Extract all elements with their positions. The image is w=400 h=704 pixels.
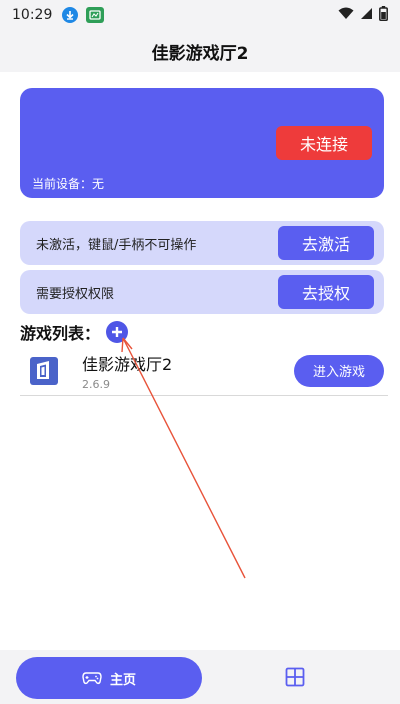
activate-button[interactable]: 去激活 (278, 226, 374, 260)
battery-icon (379, 5, 388, 25)
app-bar: 佳影游戏厅2 (0, 30, 400, 72)
enter-game-button[interactable]: 进入游戏 (294, 354, 384, 387)
authorization-row: 需要授权权限 去授权 (20, 270, 384, 314)
status-bar: 10:29 (0, 0, 400, 30)
add-game-button[interactable] (106, 321, 129, 343)
grid-icon (285, 667, 305, 687)
page-title: 佳影游戏厅2 (151, 43, 249, 64)
game-name: 佳影游戏厅2 (82, 354, 173, 374)
authorize-button[interactable]: 去授权 (278, 275, 374, 309)
game-version: 2.6.9 (82, 377, 110, 391)
nav-home-tab[interactable]: 主页 (16, 657, 202, 699)
nav-grid-tab[interactable] (284, 666, 306, 688)
connect-button[interactable]: 未连接 (276, 126, 372, 160)
signal-icon (360, 7, 373, 24)
authorization-status-label: 需要授权权限 (36, 286, 115, 302)
nav-home-label: 主页 (109, 672, 136, 688)
status-time: 10:29 (12, 7, 53, 23)
game-app-icon (26, 353, 62, 389)
activation-status-label: 未激活，键鼠/手柄不可操作 (36, 237, 197, 253)
bottom-nav: 主页 (0, 650, 400, 704)
app-notification-icon (86, 7, 105, 23)
status-right-icons (338, 5, 388, 25)
download-icon (62, 7, 79, 23)
device-card: 未连接 当前设备：无 (20, 88, 384, 198)
plus-icon (112, 327, 123, 337)
game-meta: 佳影游戏厅2 2.6.9 (82, 351, 294, 391)
game-list-title: 游戏列表： (20, 324, 101, 343)
gamepad-icon (82, 672, 102, 685)
activation-row: 未激活，键鼠/手柄不可操作 去激活 (20, 221, 384, 265)
current-device-text: 当前设备：无 (32, 177, 105, 191)
wifi-icon (338, 7, 354, 24)
list-item: 佳影游戏厅2 2.6.9 进入游戏 (20, 346, 388, 396)
game-list-header: 游戏列表： (20, 320, 129, 344)
